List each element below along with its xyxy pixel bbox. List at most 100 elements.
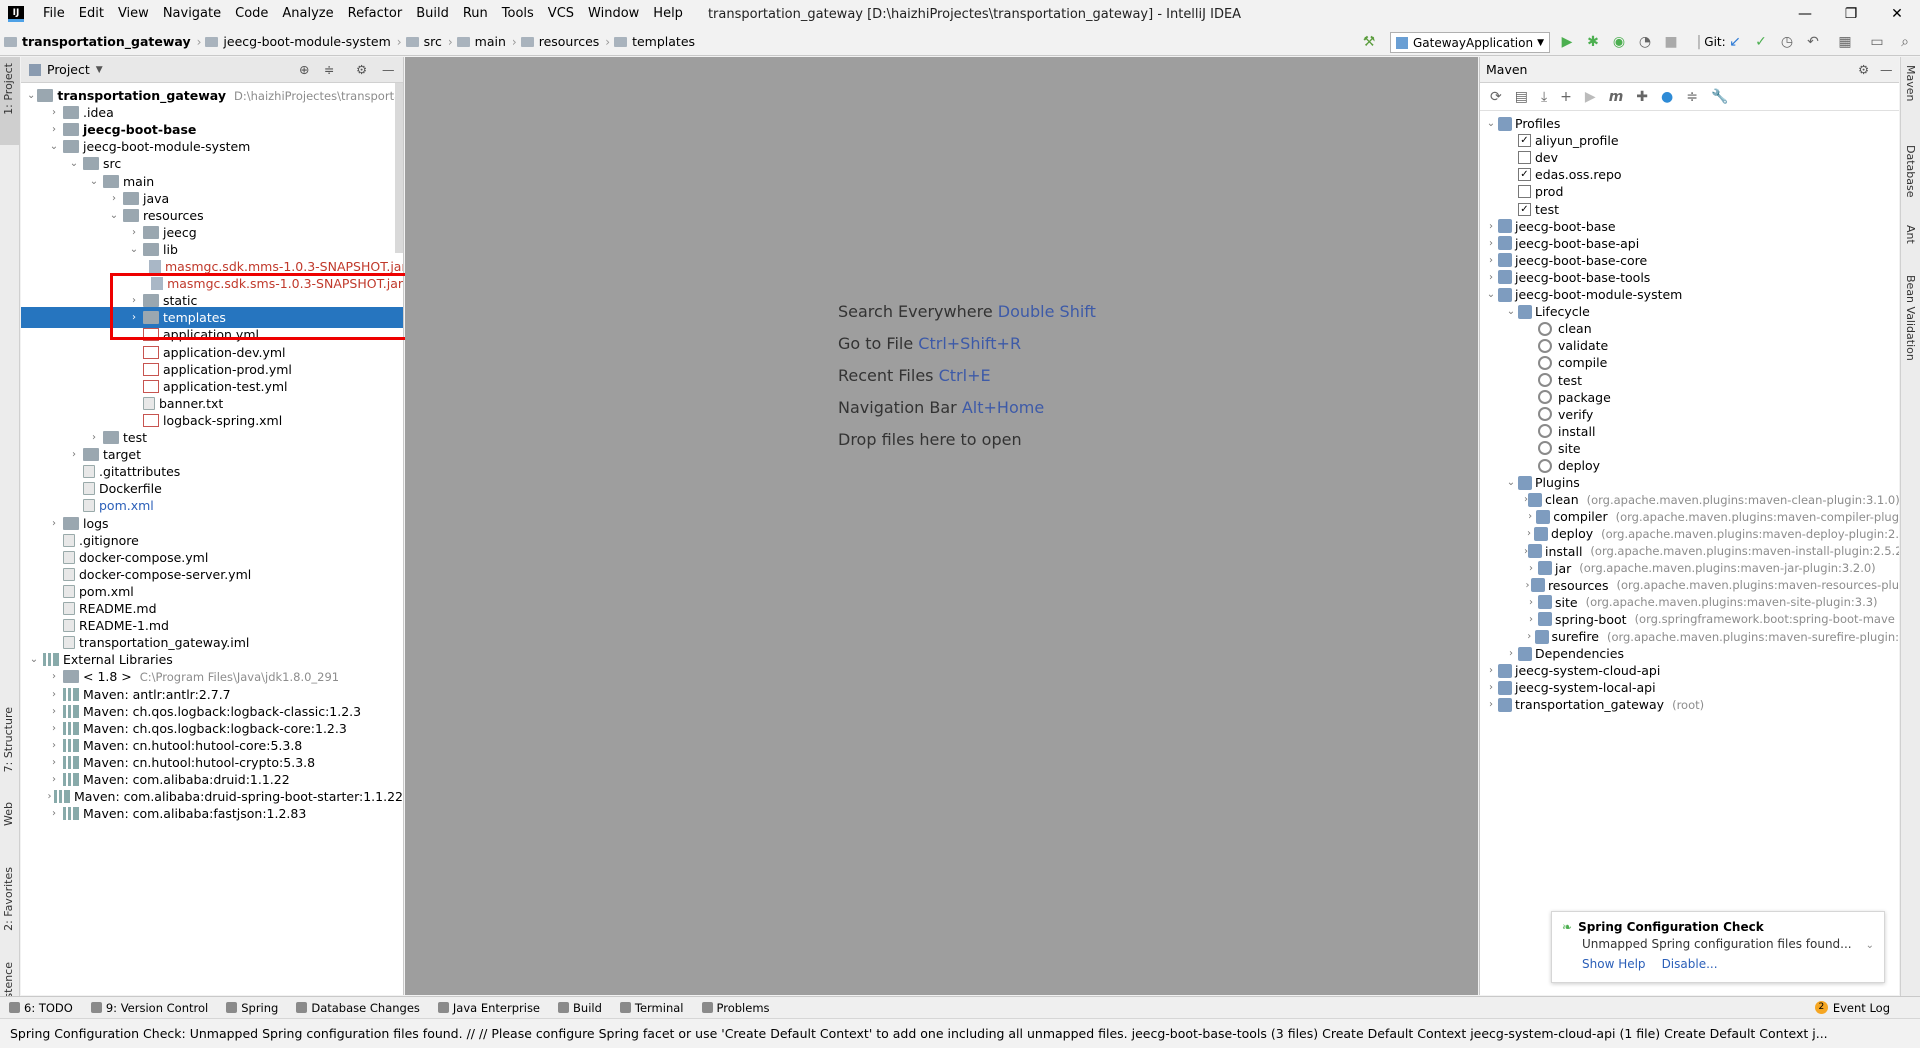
chevron-right-icon[interactable]: › bbox=[87, 432, 101, 443]
menu-code[interactable]: Code bbox=[228, 0, 275, 28]
menu-help[interactable]: Help bbox=[646, 0, 690, 28]
chevron-down-icon[interactable]: ⌄ bbox=[107, 210, 121, 221]
chevron-right-icon[interactable]: › bbox=[1524, 631, 1535, 642]
expand-chevron-icon[interactable]: ⌄ bbox=[1866, 940, 1874, 951]
git-update-icon[interactable]: ↙ bbox=[1726, 33, 1744, 51]
menu-build[interactable]: Build bbox=[409, 0, 456, 28]
project-tree-scrollbar[interactable] bbox=[395, 83, 403, 253]
stop-icon[interactable]: ■ bbox=[1662, 33, 1680, 51]
bottom-tab[interactable]: 9: Version Control bbox=[82, 1001, 217, 1015]
coverage-icon[interactable]: ◉ bbox=[1610, 33, 1628, 51]
chevron-right-icon[interactable]: › bbox=[47, 774, 61, 785]
breadcrumb-item[interactable]: jeecg-boot-module-system bbox=[201, 28, 396, 56]
search-icon[interactable]: ⌕ bbox=[1896, 33, 1914, 51]
build-hammer-icon[interactable]: ⚒ bbox=[1360, 33, 1378, 51]
minimize-button[interactable]: — bbox=[1782, 0, 1828, 28]
tool-window-web[interactable]: Web bbox=[2, 802, 15, 826]
chevron-right-icon[interactable]: › bbox=[67, 449, 81, 460]
menu-analyze[interactable]: Analyze bbox=[275, 0, 340, 28]
menu-vcs[interactable]: VCS bbox=[541, 0, 581, 28]
tool-window-structure[interactable]: 7: Structure bbox=[2, 707, 15, 772]
bottom-tab[interactable]: Build bbox=[549, 1001, 611, 1015]
chevron-right-icon[interactable]: › bbox=[1524, 528, 1534, 539]
chevron-down-icon[interactable]: ▼ bbox=[96, 65, 103, 75]
bottom-tab[interactable]: Java Enterprise bbox=[429, 1001, 549, 1015]
menu-navigate[interactable]: Navigate bbox=[156, 0, 228, 28]
close-button[interactable]: ✕ bbox=[1874, 0, 1920, 28]
chevron-down-icon[interactable]: ⌄ bbox=[1504, 306, 1518, 317]
breadcrumb-item[interactable]: templates bbox=[610, 28, 701, 56]
hide-panel-icon[interactable]: — bbox=[382, 62, 395, 77]
chevron-down-icon[interactable]: ⌄ bbox=[67, 158, 81, 169]
skip-tests-icon[interactable]: ● bbox=[1661, 89, 1673, 105]
chevron-down-icon[interactable]: ⌄ bbox=[1504, 477, 1518, 488]
locate-icon[interactable]: ⊕ bbox=[299, 62, 309, 77]
chevron-down-icon[interactable]: ⌄ bbox=[1484, 118, 1498, 129]
breadcrumb-item[interactable]: resources bbox=[517, 28, 606, 56]
chevron-right-icon[interactable]: › bbox=[1524, 563, 1538, 574]
gear-icon[interactable]: ⚙ bbox=[356, 62, 367, 77]
tool-window-ant[interactable]: Ant bbox=[1904, 225, 1917, 244]
profile-checkbox[interactable]: ✓ bbox=[1518, 202, 1531, 216]
chevron-right-icon[interactable]: › bbox=[1504, 648, 1518, 659]
tool-window-maven[interactable]: Maven bbox=[1904, 65, 1917, 101]
tool-window-favorites[interactable]: 2: Favorites bbox=[2, 867, 15, 931]
hide-panel-icon[interactable]: — bbox=[1880, 62, 1893, 77]
gear-icon[interactable]: ⚙ bbox=[1858, 62, 1869, 77]
status-bar-message[interactable]: Spring Configuration Check: Unmapped Spr… bbox=[10, 1026, 1828, 1041]
project-panel-title[interactable]: Project bbox=[47, 62, 90, 77]
debug-icon[interactable]: ✱ bbox=[1584, 33, 1602, 51]
show-help-link[interactable]: Show Help bbox=[1582, 957, 1646, 971]
folder-icon[interactable]: ▤ bbox=[1515, 89, 1528, 105]
tool-window-database[interactable]: Database bbox=[1904, 145, 1917, 198]
chevron-right-icon[interactable]: › bbox=[1524, 580, 1531, 591]
chevron-right-icon[interactable]: › bbox=[1484, 665, 1498, 676]
chevron-right-icon[interactable]: › bbox=[47, 808, 61, 819]
breadcrumb-item[interactable]: main bbox=[453, 28, 512, 56]
wrench-icon[interactable]: 🔧 bbox=[1711, 89, 1728, 105]
menu-view[interactable]: View bbox=[111, 0, 156, 28]
menu-refactor[interactable]: Refactor bbox=[341, 0, 410, 28]
chevron-right-icon[interactable]: › bbox=[1484, 238, 1498, 249]
run-config-select[interactable]: GatewayApplication ▼ bbox=[1390, 32, 1550, 53]
chevron-right-icon[interactable]: › bbox=[107, 193, 121, 204]
download-icon[interactable]: ⤓ bbox=[1541, 89, 1547, 105]
project-structure-icon[interactable]: ▦ bbox=[1836, 33, 1854, 51]
bottom-tab[interactable]: Problems bbox=[693, 1001, 779, 1015]
chevron-down-icon[interactable]: ⌄ bbox=[27, 654, 41, 665]
chevron-down-icon[interactable]: ⌄ bbox=[47, 141, 61, 152]
git-history-icon[interactable]: ◷ bbox=[1778, 33, 1796, 51]
run-maven-icon[interactable]: ▶ bbox=[1585, 89, 1596, 105]
chevron-right-icon[interactable]: › bbox=[1484, 272, 1498, 283]
chevron-right-icon[interactable]: › bbox=[47, 791, 52, 802]
chevron-right-icon[interactable]: › bbox=[47, 689, 61, 700]
chevron-right-icon[interactable]: › bbox=[47, 518, 61, 529]
chevron-right-icon[interactable]: › bbox=[47, 671, 61, 682]
breadcrumb-item[interactable]: transportation_gateway bbox=[0, 28, 197, 56]
bottom-tab[interactable]: Database Changes bbox=[287, 1001, 429, 1015]
chevron-down-icon[interactable]: ⌄ bbox=[1484, 289, 1498, 300]
chevron-right-icon[interactable]: › bbox=[47, 124, 61, 135]
chevron-right-icon[interactable]: › bbox=[1524, 597, 1538, 608]
chevron-down-icon[interactable]: ⌄ bbox=[27, 90, 35, 101]
editor-empty-area[interactable]: Search Everywhere Double Shift Go to File… bbox=[405, 57, 1478, 995]
disable-link[interactable]: Disable... bbox=[1662, 957, 1718, 971]
chevron-right-icon[interactable]: › bbox=[127, 227, 141, 238]
bottom-tab[interactable]: Terminal bbox=[611, 1001, 693, 1015]
maven-module-item[interactable]: › transportation_gateway (root) bbox=[1480, 694, 1899, 715]
collapse-all-icon[interactable]: ≑ bbox=[324, 62, 334, 77]
chevron-right-icon[interactable]: › bbox=[1524, 511, 1536, 522]
chevron-right-icon[interactable]: › bbox=[1484, 699, 1498, 710]
chevron-right-icon[interactable]: › bbox=[47, 107, 61, 118]
chevron-right-icon[interactable]: › bbox=[47, 706, 61, 717]
chevron-right-icon[interactable]: › bbox=[47, 740, 61, 751]
profile-checkbox[interactable]: ✓ bbox=[1518, 134, 1531, 148]
profile-checkbox[interactable] bbox=[1518, 185, 1531, 199]
profile-checkbox[interactable] bbox=[1518, 151, 1531, 165]
bottom-tab[interactable]: 6: TODO bbox=[0, 1001, 82, 1015]
chevron-right-icon[interactable]: › bbox=[1484, 221, 1498, 232]
event-log-button[interactable]: 2 Event Log bbox=[1814, 1001, 1890, 1015]
tree-item[interactable]: › Maven: com.alibaba:fastjson:1.2.83 bbox=[21, 803, 403, 824]
layout-icon[interactable]: ▭ bbox=[1868, 33, 1886, 51]
profile-icon[interactable]: ◔ bbox=[1636, 33, 1654, 51]
